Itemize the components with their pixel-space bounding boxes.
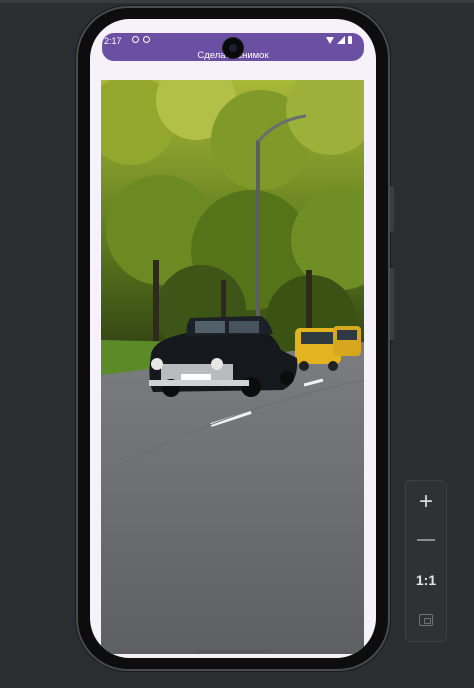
info-icon bbox=[132, 36, 139, 43]
gesture-navigation-bar[interactable] bbox=[195, 650, 271, 653]
shield-icon bbox=[143, 36, 150, 43]
emulator-zoom-controls: + 1:1 bbox=[405, 480, 447, 642]
window-top-rule bbox=[0, 0, 474, 3]
plus-icon: + bbox=[418, 488, 433, 515]
zoom-out-button[interactable] bbox=[406, 525, 446, 555]
device-screen: 2:17 Сделать снимок bbox=[90, 19, 376, 658]
volume-button[interactable] bbox=[390, 268, 394, 340]
power-button[interactable] bbox=[390, 186, 394, 232]
minus-icon bbox=[417, 539, 435, 541]
actual-size-button[interactable]: 1:1 bbox=[406, 565, 446, 595]
street-photo bbox=[101, 80, 364, 654]
fit-screen-icon bbox=[419, 614, 433, 626]
front-camera bbox=[223, 38, 243, 58]
status-time: 2:17 bbox=[104, 36, 122, 46]
signal-icon bbox=[337, 36, 345, 44]
zoom-in-button[interactable]: + bbox=[406, 487, 446, 517]
device-frame: 2:17 Сделать снимок bbox=[76, 6, 394, 671]
battery-icon bbox=[348, 36, 352, 44]
fit-screen-button[interactable] bbox=[406, 605, 446, 635]
wifi-icon bbox=[326, 36, 334, 44]
captured-photo[interactable] bbox=[101, 80, 364, 654]
ratio-label: 1:1 bbox=[415, 572, 437, 588]
